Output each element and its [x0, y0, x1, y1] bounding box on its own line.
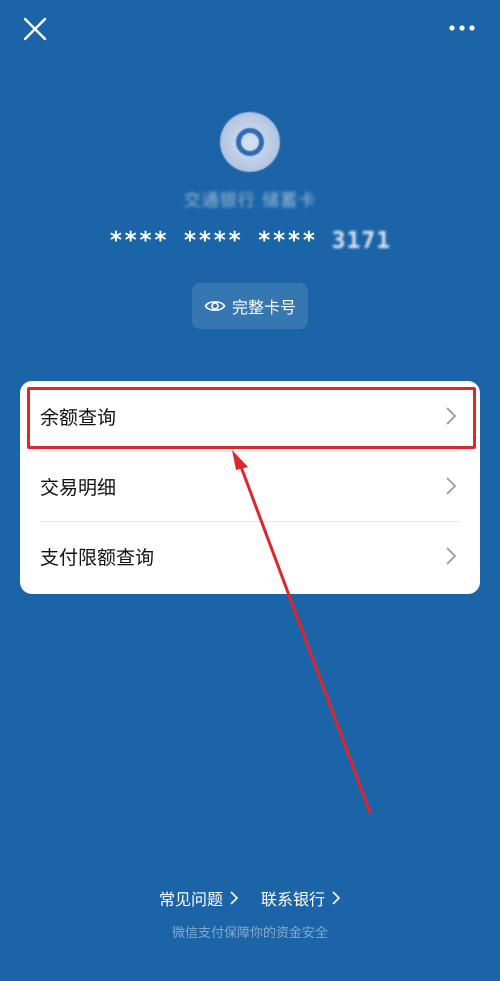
menu-item-label: 交易明细: [40, 476, 117, 499]
chevron-right-icon: [230, 891, 239, 905]
chevron-right-icon: [446, 477, 457, 495]
menu-item-balance-query[interactable]: 余额查询: [20, 381, 480, 451]
faq-link[interactable]: 常见问题: [159, 886, 239, 910]
card-number-last-four: 3171: [331, 228, 392, 254]
chevron-right-icon: [332, 891, 341, 905]
footer-links: 常见问题 联系银行: [0, 886, 500, 910]
full-card-number-button[interactable]: 完整卡号: [192, 283, 308, 329]
top-bar: [0, 0, 500, 60]
contact-bank-label: 联系银行: [261, 890, 326, 909]
close-button[interactable]: [20, 14, 50, 44]
faq-label: 常见问题: [158, 890, 223, 909]
menu-item-label: 支付限额查询: [40, 546, 155, 569]
close-icon: [23, 17, 47, 41]
more-icon: [449, 25, 475, 31]
card-number: **** **** **** 3171: [0, 228, 500, 254]
bank-logo-mark: [236, 128, 264, 156]
bank-name: 交通银行 储蓄卡: [183, 191, 317, 211]
menu-item-label: 余额查询: [40, 406, 117, 429]
full-card-number-label: 完整卡号: [231, 298, 296, 317]
menu-card: 余额查询 交易明细 支付限额查询: [20, 381, 480, 594]
contact-bank-link[interactable]: 联系银行: [261, 886, 341, 910]
security-note: 微信支付保障你的资金安全: [171, 926, 328, 941]
chevron-right-icon: [446, 547, 457, 565]
menu-item-payment-limit-query[interactable]: 支付限额查询: [20, 521, 480, 591]
menu-item-transaction-details[interactable]: 交易明细: [20, 451, 480, 521]
card-number-masked: **** **** ****: [108, 228, 317, 254]
eye-icon: [204, 301, 226, 311]
bank-logo: [220, 112, 280, 172]
more-button[interactable]: [444, 16, 480, 40]
chevron-right-icon: [446, 407, 457, 425]
